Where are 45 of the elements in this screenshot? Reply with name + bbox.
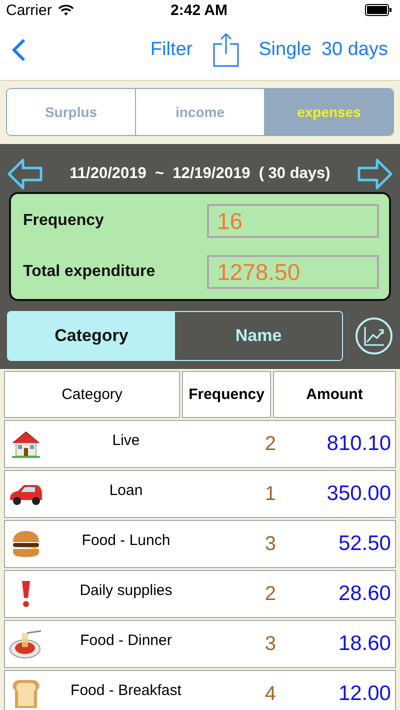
wifi-icon bbox=[58, 4, 74, 16]
previous-arrow-icon[interactable] bbox=[7, 158, 43, 190]
frequency-cell-text: 1 bbox=[264, 482, 276, 506]
amount-cell-text: 350.00 bbox=[326, 482, 392, 506]
bread-icon bbox=[11, 678, 41, 710]
frequency-cell-text: 2 bbox=[264, 432, 276, 456]
frequency-cell-text: 3 bbox=[264, 532, 276, 556]
mode-button[interactable]: Single bbox=[258, 39, 312, 61]
amount-cell-text: 810.10 bbox=[326, 432, 392, 456]
column-header[interactable]: Frequency bbox=[182, 371, 271, 418]
summary-value: 16 bbox=[207, 204, 379, 238]
next-arrow-icon[interactable] bbox=[356, 158, 393, 190]
category-cell-text: Food - Lunch bbox=[80, 532, 172, 548]
carrier-label: Carrier bbox=[6, 2, 52, 18]
summary-value: 1278.50 bbox=[207, 255, 379, 289]
back-icon[interactable] bbox=[12, 38, 26, 62]
summary-label: Frequency bbox=[23, 212, 104, 230]
frequency-cell-text: 4 bbox=[264, 682, 276, 706]
amount-cell-text: 18.60 bbox=[337, 632, 392, 656]
amount-cell-text: 28.60 bbox=[337, 582, 392, 606]
date-range: 11/20/2019 ~ 12/19/2019 ( 30 days) bbox=[70, 165, 330, 183]
summary-label: Total expenditure bbox=[23, 263, 156, 281]
filter-button[interactable]: Filter bbox=[150, 39, 193, 61]
grouping-tab[interactable]: Category bbox=[8, 312, 175, 360]
battery-icon bbox=[365, 4, 392, 16]
burger-icon bbox=[11, 530, 41, 558]
column-header[interactable]: Amount bbox=[273, 371, 396, 418]
amount-cell-text: 52.50 bbox=[337, 532, 392, 556]
clock: 2:42 AM bbox=[170, 2, 228, 18]
frequency-cell-text: 3 bbox=[264, 632, 276, 656]
segment-tab[interactable]: expenses bbox=[264, 89, 393, 135]
period-button[interactable]: 30 days bbox=[321, 39, 388, 61]
chart-icon[interactable] bbox=[355, 317, 393, 355]
category-cell-text: Daily supplies bbox=[78, 582, 174, 598]
amount-cell-text: 12.00 bbox=[337, 682, 392, 706]
exclamation-icon bbox=[20, 580, 32, 608]
category-cell-text: Food - Dinner bbox=[79, 632, 173, 648]
category-cell-text: Food - Breakfast bbox=[70, 682, 182, 698]
column-header[interactable]: Category bbox=[4, 371, 180, 418]
share-icon[interactable] bbox=[212, 33, 239, 67]
category-cell-text: Live bbox=[111, 432, 141, 448]
pasta-icon bbox=[9, 629, 43, 659]
house-icon bbox=[11, 429, 41, 459]
category-cell-text: Loan bbox=[108, 482, 144, 498]
frequency-cell-text: 2 bbox=[264, 582, 276, 606]
